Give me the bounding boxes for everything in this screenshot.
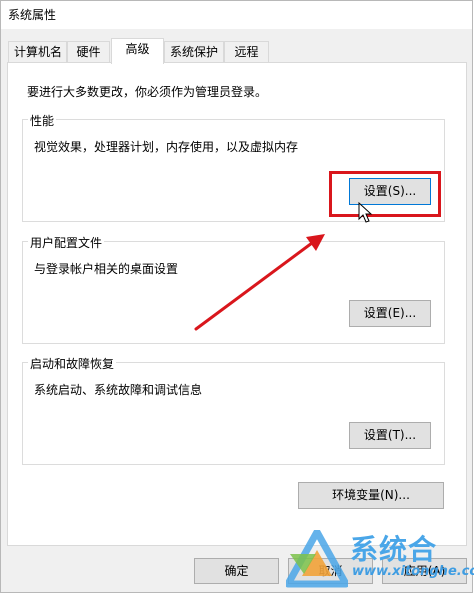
mouse-cursor-icon [358,201,373,223]
annotation-arrow-overlay [194,201,373,331]
tab-advanced[interactable]: 高级 [111,38,164,64]
red-arrow-icon [194,234,325,331]
